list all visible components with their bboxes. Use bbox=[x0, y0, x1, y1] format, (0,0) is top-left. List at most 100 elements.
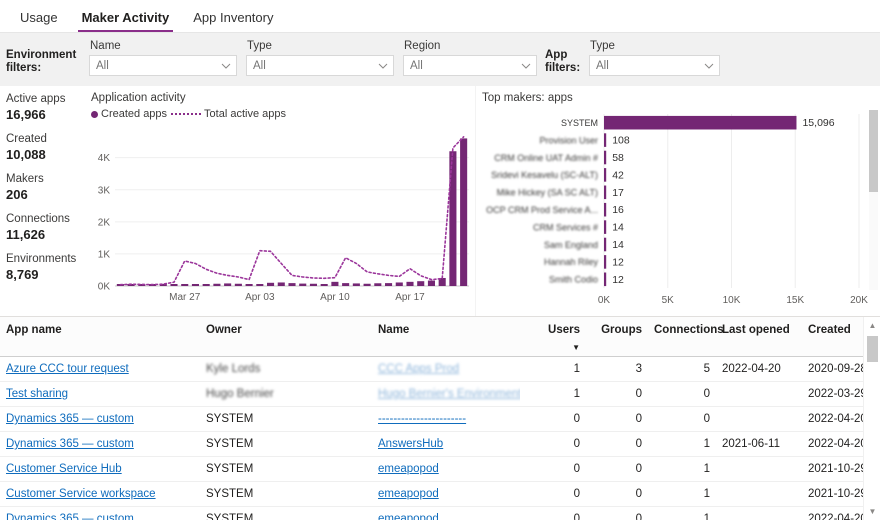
top-makers-chart: Top makers: apps 0K 5K 10K 15K 20K SYSTEM 15,0… bbox=[475, 86, 880, 316]
svg-text:CRM Online UAT Admin #: CRM Online UAT Admin # bbox=[494, 153, 598, 163]
environment-name-link[interactable]: AnswersHub bbox=[378, 438, 443, 450]
column-header-created-label: Created bbox=[808, 324, 851, 336]
table-row[interactable]: Dynamics 365 — custom SYSTEM AnswersHub 0 0 1… bbox=[0, 431, 880, 457]
app-name-cell: Customer Service Hub bbox=[0, 456, 200, 482]
svg-text:Apr 10: Apr 10 bbox=[320, 292, 350, 303]
svg-text:20K: 20K bbox=[850, 295, 868, 306]
column-header-groups[interactable]: Groups bbox=[586, 317, 648, 357]
svg-text:0K: 0K bbox=[98, 282, 111, 293]
svg-text:Sam England: Sam England bbox=[544, 240, 598, 250]
column-header-users[interactable]: Users ▼ bbox=[520, 317, 586, 357]
legend-total-active-apps-label: Total active apps bbox=[204, 108, 286, 120]
column-header-last-opened[interactable]: Last opened bbox=[716, 317, 802, 357]
kpi-connections-label: Connections bbox=[6, 213, 70, 225]
kpi-connections-value: 11,626 bbox=[6, 227, 46, 242]
environment-name-cell: Hugo Bernier's Environment bbox=[372, 381, 520, 407]
svg-text:42: 42 bbox=[612, 169, 624, 181]
app-type-select[interactable]: All bbox=[589, 55, 720, 76]
table-row[interactable]: Azure CCC tour request Kyle Lords CCC Apps… bbox=[0, 356, 880, 382]
environment-type-filter-group: Type All bbox=[246, 38, 394, 76]
environment-name-cell: AnswersHub bbox=[372, 431, 520, 457]
column-header-owner[interactable]: Owner bbox=[200, 317, 372, 357]
apps-table-scrollbar[interactable]: ▲ ▼ bbox=[863, 317, 880, 520]
app-name-link[interactable]: Azure CCC tour request bbox=[6, 363, 129, 375]
app-type-filter-group: Type All bbox=[589, 38, 720, 76]
svg-text:SYSTEM: SYSTEM bbox=[561, 118, 598, 128]
chevron-down-icon bbox=[378, 61, 388, 71]
scroll-up-icon[interactable]: ▲ bbox=[864, 317, 880, 334]
connections-cell: 0 bbox=[648, 406, 716, 432]
environment-name-cell: CCC Apps Prod bbox=[372, 356, 520, 382]
apps-table-scrollbar-thumb[interactable] bbox=[867, 336, 878, 362]
kpi-list: Active apps 16,966 Created 10,088 Makers… bbox=[0, 86, 85, 316]
tab-app-inventory-label: App Inventory bbox=[193, 10, 274, 25]
environment-name-link[interactable]: emeapopod bbox=[378, 513, 439, 520]
kpi-makers-label: Makers bbox=[6, 173, 44, 185]
connections-cell: 1 bbox=[648, 481, 716, 507]
environment-region-filter-label: Region bbox=[404, 40, 441, 52]
table-row[interactable]: Dynamics 365 — custom SYSTEM emeapopod 0 0 1 2… bbox=[0, 506, 880, 520]
last-opened-cell bbox=[716, 481, 802, 507]
column-header-connections[interactable]: Connections bbox=[648, 317, 724, 357]
app-name-link[interactable]: Dynamics 365 — custom bbox=[6, 413, 134, 425]
kpi-environments-value: 8,769 bbox=[6, 267, 39, 282]
table-row[interactable]: Dynamics 365 — custom SYSTEM -------------… bbox=[0, 406, 880, 432]
scroll-down-icon[interactable]: ▼ bbox=[864, 503, 880, 520]
tab-usage[interactable]: Usage bbox=[8, 6, 70, 32]
app-name-cell: Customer Service workspace bbox=[0, 481, 200, 507]
app-name-link[interactable]: Test sharing bbox=[6, 388, 68, 400]
environment-name-link[interactable]: CCC Apps Prod bbox=[378, 363, 459, 375]
owner-cell: SYSTEM bbox=[200, 456, 372, 482]
svg-text:58: 58 bbox=[612, 152, 624, 164]
table-row[interactable]: Customer Service workspace SYSTEM emeapopo… bbox=[0, 481, 880, 507]
column-header-app-name[interactable]: App name bbox=[0, 317, 200, 357]
top-makers-scrollbar[interactable] bbox=[869, 110, 878, 290]
svg-text:15,096: 15,096 bbox=[802, 117, 834, 129]
environment-name-link[interactable]: emeapopod bbox=[378, 463, 439, 475]
svg-text:Hannah Riley: Hannah Riley bbox=[544, 257, 599, 267]
app-name-link[interactable]: Dynamics 365 — custom bbox=[6, 513, 134, 520]
environment-name-cell: emeapopod bbox=[372, 456, 520, 482]
column-header-last-opened-label: Last opened bbox=[722, 324, 790, 336]
svg-text:Sridevi Kesavelu (SC-ALT): Sridevi Kesavelu (SC-ALT) bbox=[491, 170, 598, 180]
app-name-link[interactable]: Customer Service Hub bbox=[6, 463, 122, 475]
app-name-link[interactable]: Dynamics 365 — custom bbox=[6, 438, 134, 450]
environment-region-value: All bbox=[410, 59, 423, 72]
app-name-cell: Dynamics 365 — custom bbox=[0, 406, 200, 432]
environment-name-link[interactable]: Hugo Bernier's Environment bbox=[378, 388, 520, 400]
users-cell: 0 bbox=[520, 431, 586, 457]
environment-name-link[interactable]: emeapopod bbox=[378, 488, 439, 500]
environment-name-select[interactable]: All bbox=[89, 55, 237, 76]
connections-cell: 0 bbox=[648, 381, 716, 407]
column-header-connections-label: Connections bbox=[654, 324, 724, 336]
column-header-name[interactable]: Name bbox=[372, 317, 520, 357]
last-opened-cell bbox=[716, 506, 802, 520]
connections-cell: 1 bbox=[648, 431, 716, 457]
environment-type-select[interactable]: All bbox=[246, 55, 394, 76]
application-activity-legend: Created apps Total active apps bbox=[91, 108, 475, 120]
svg-text:108: 108 bbox=[612, 135, 630, 147]
top-makers-scrollbar-thumb[interactable] bbox=[869, 110, 878, 192]
table-row[interactable]: Test sharing Hugo Bernier Hugo Bernier's E… bbox=[0, 381, 880, 407]
svg-text:0K: 0K bbox=[598, 295, 611, 306]
apps-table-head: App name Owner Name Users ▼ Groups Conne… bbox=[0, 317, 880, 357]
app-name-cell: Azure CCC tour request bbox=[0, 356, 200, 382]
tab-maker-activity[interactable]: Maker Activity bbox=[70, 6, 182, 32]
apps-table-header-row: App name Owner Name Users ▼ Groups Conne… bbox=[0, 317, 880, 357]
kpi-makers: Makers 206 bbox=[6, 172, 85, 203]
legend-created-apps-label: Created apps bbox=[101, 108, 168, 120]
chevron-down-icon bbox=[221, 61, 231, 71]
svg-text:1K: 1K bbox=[98, 249, 111, 260]
table-row[interactable]: Customer Service Hub SYSTEM emeapopod 0 0 1 20… bbox=[0, 456, 880, 482]
apps-table-container: App name Owner Name Users ▼ Groups Conne… bbox=[0, 316, 880, 520]
tab-app-inventory[interactable]: App Inventory bbox=[181, 6, 285, 32]
app-name-link[interactable]: Customer Service workspace bbox=[6, 488, 156, 500]
svg-text:Provision User: Provision User bbox=[539, 135, 598, 145]
apps-table: App name Owner Name Users ▼ Groups Conne… bbox=[0, 317, 880, 520]
environment-region-select[interactable]: All bbox=[403, 55, 537, 76]
svg-text:Apr 03: Apr 03 bbox=[245, 292, 275, 303]
groups-cell: 0 bbox=[586, 381, 648, 407]
summary-and-charts: Active apps 16,966 Created 10,088 Makers… bbox=[0, 86, 880, 316]
environment-name-link[interactable]: ----------------------- bbox=[378, 413, 466, 425]
top-makers-title: Top makers: apps bbox=[482, 92, 573, 104]
